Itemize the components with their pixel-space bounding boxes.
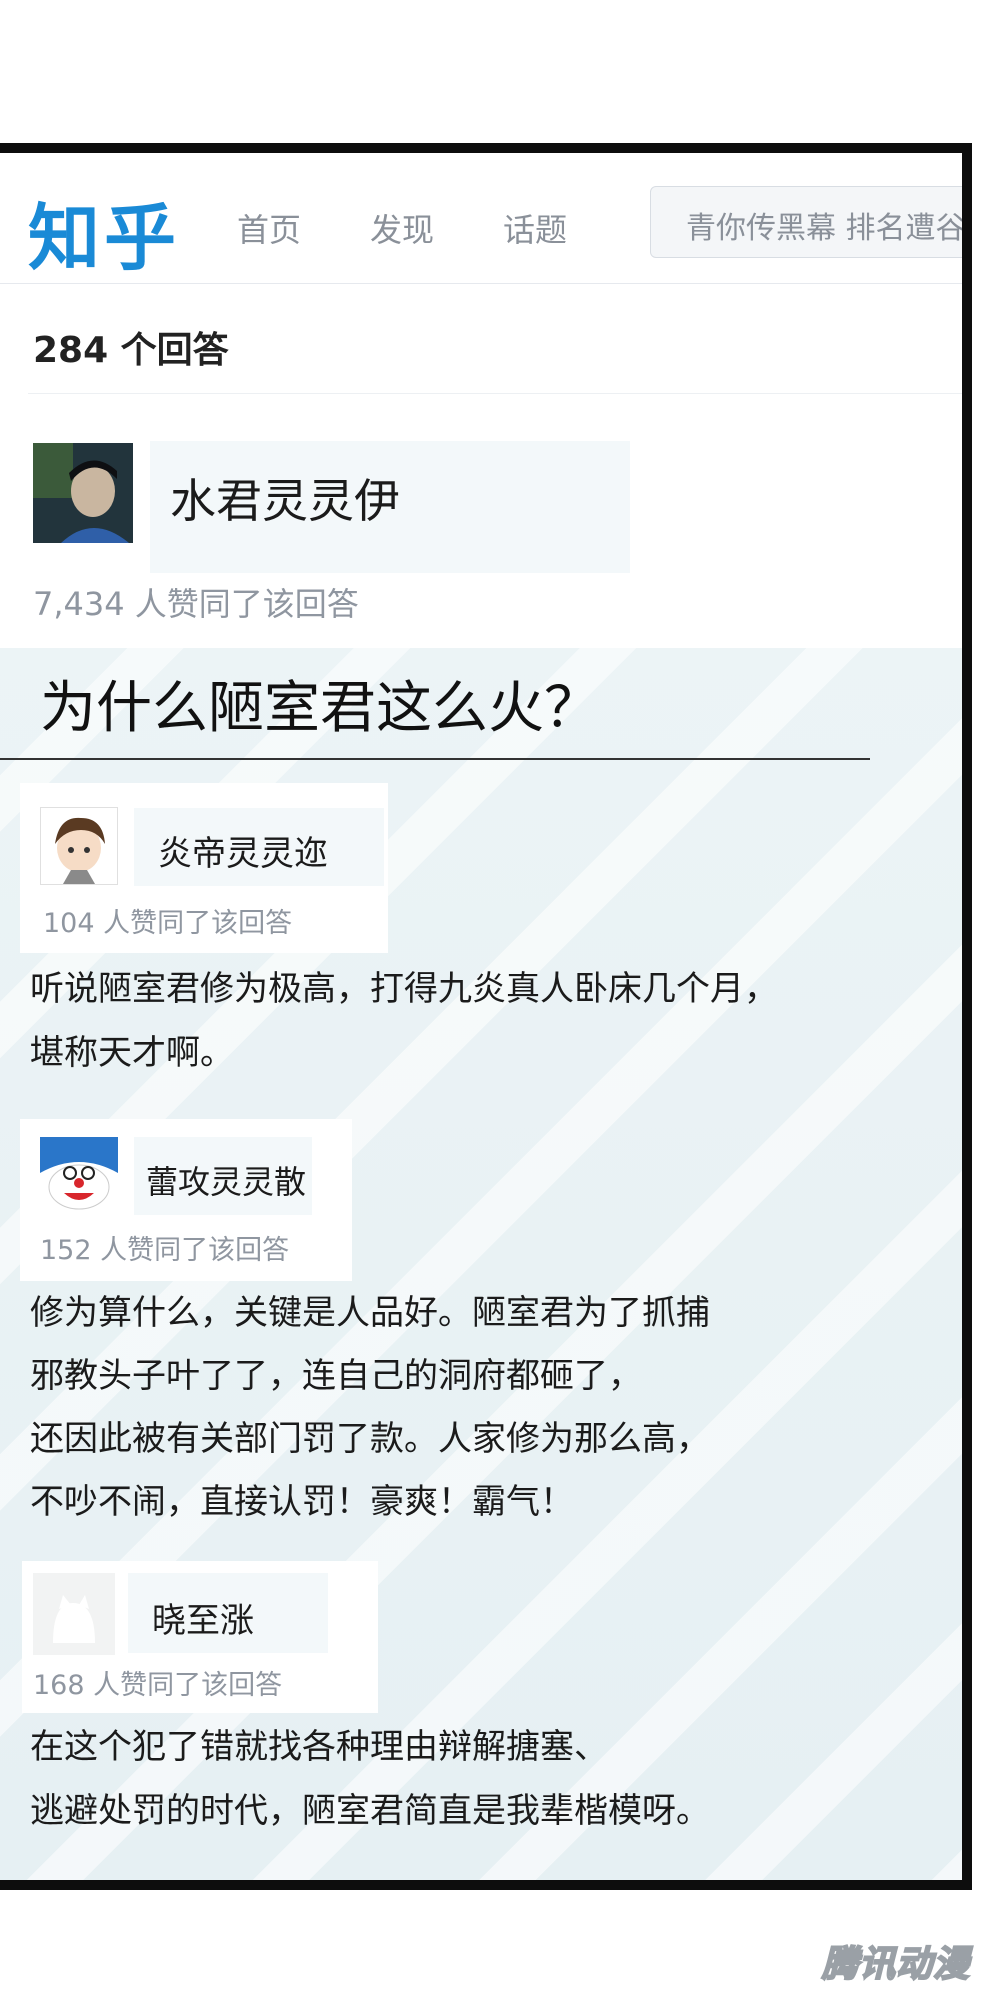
author-name[interactable]: 水君灵灵伊 bbox=[170, 465, 400, 531]
comment-line: 还因此被有关部门罚了款。人家修为那么高， bbox=[30, 1419, 710, 1459]
nav-topics[interactable]: 话题 bbox=[503, 205, 567, 251]
commenter-avatar[interactable] bbox=[40, 1137, 118, 1215]
nav-discover[interactable]: 发现 bbox=[370, 205, 434, 251]
commenter-name-box: 炎帝灵灵迩 bbox=[134, 808, 384, 886]
comment-line: 在这个犯了错就找各种理由辩解搪塞、 bbox=[30, 1727, 608, 1767]
author-name-box: 水君灵灵伊 bbox=[150, 441, 630, 573]
doraemon-avatar-icon bbox=[40, 1137, 118, 1215]
commenter-name[interactable]: 炎帝灵灵迩 bbox=[158, 826, 328, 875]
vote-count: 104 人赞同了该回答 bbox=[43, 908, 293, 939]
commenter-name-box: 蕾攻灵灵散 bbox=[134, 1137, 312, 1215]
comment-line: 修为算什么，关键是人品好。陋室君为了抓捕 bbox=[30, 1293, 710, 1333]
comment-line: 不吵不闹，直接认罚！豪爽！霸气！ bbox=[30, 1482, 574, 1522]
tencent-comics-watermark: 腾讯动漫 bbox=[821, 1943, 971, 1986]
answer-count-label: 284 个回答 bbox=[33, 330, 229, 371]
comment-line: 逃避处罚的时代，陋室君简直是我辈楷模呀。 bbox=[30, 1791, 710, 1831]
zhihu-logo[interactable]: 知乎 bbox=[28, 179, 180, 284]
commenter-name-box: 晓至涨 bbox=[128, 1573, 328, 1653]
author-avatar[interactable] bbox=[33, 443, 133, 543]
zhihu-screenshot-frame: 知乎 首页 发现 话题 青你传黑幕 排名遭谷 284 个回答 水君灵灵伊 7,4… bbox=[0, 143, 972, 1890]
cartoon-boy-avatar-icon bbox=[41, 808, 117, 884]
nav-home[interactable]: 首页 bbox=[237, 205, 301, 251]
commenter-avatar[interactable] bbox=[33, 1573, 115, 1655]
photo-avatar-icon bbox=[33, 443, 133, 543]
commenter-name[interactable]: 晓至涨 bbox=[152, 1593, 254, 1642]
vote-count: 152 人赞同了该回答 bbox=[40, 1235, 290, 1266]
question-divider bbox=[0, 758, 870, 760]
vote-count: 7,434 人赞同了该回答 bbox=[33, 585, 359, 623]
comment-line: 邪教头子叶了了，连自己的洞府都砸了， bbox=[30, 1356, 642, 1396]
commenter-avatar[interactable] bbox=[40, 807, 118, 885]
search-input[interactable]: 青你传黑幕 排名遭谷 bbox=[650, 186, 966, 258]
comment-line: 听说陋室君修为极高，打得九炎真人卧床几个月， bbox=[30, 969, 778, 1009]
search-query-text: 青你传黑幕 排名遭谷 bbox=[686, 211, 966, 246]
vote-count: 168 人赞同了该回答 bbox=[33, 1670, 283, 1701]
commenter-name[interactable]: 蕾攻灵灵散 bbox=[146, 1157, 306, 1203]
comment-line: 堪称天才啊。 bbox=[30, 1033, 234, 1073]
top-navbar: 知乎 首页 发现 话题 青你传黑幕 排名遭谷 bbox=[0, 153, 962, 284]
question-title: 为什么陋室君这么火？ bbox=[40, 676, 600, 741]
divider bbox=[28, 393, 962, 394]
cat-avatar-icon bbox=[33, 1573, 115, 1655]
